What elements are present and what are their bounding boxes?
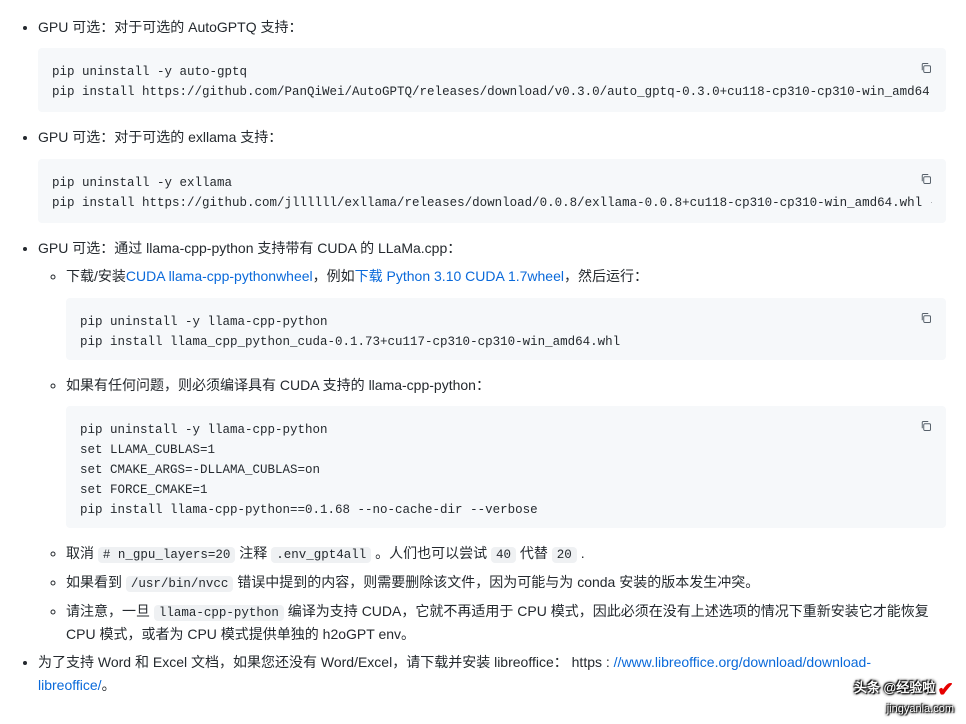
text-part: ，例如 [313, 268, 355, 284]
list-item: GPU 可选：通过 llama-cpp-python 支持带有 CUDA 的 L… [38, 237, 946, 646]
list-item: GPU 可选：对于可选的 exllama 支持： pip uninstall -… [38, 126, 946, 222]
list-item: 取消 # n_gpu_layers=20 注释 .env_gpt4all 。人们… [66, 542, 946, 565]
text-part: 如果看到 [66, 574, 126, 590]
copy-icon[interactable] [914, 56, 938, 80]
text-part: 为了支持 Word 和 Excel 文档，如果您还没有 Word/Excel，请… [38, 654, 614, 670]
code-content: pip uninstall -y llama-cpp-python set LL… [80, 420, 932, 520]
watermark-url: jingyanla.com [854, 702, 954, 716]
code-block: pip uninstall -y auto-gptq pip install h… [38, 48, 946, 112]
inline-code: llama-cpp-python [154, 605, 284, 621]
text-part: 。 [102, 677, 116, 693]
code-content: pip uninstall -y exllama pip install htt… [52, 173, 932, 213]
text-part: 下载/安装 [66, 268, 126, 284]
inline-code: # n_gpu_layers=20 [98, 547, 236, 563]
code-block: pip uninstall -y llama-cpp-python set LL… [66, 406, 946, 528]
text-part: 注释 [235, 545, 271, 561]
code-content: pip uninstall -y llama-cpp-python pip in… [80, 312, 932, 352]
list-item: 如果有任何问题，则必须编译具有 CUDA 支持的 llama-cpp-pytho… [66, 374, 946, 528]
item-text: GPU 可选：对于可选的 exllama 支持： [38, 129, 282, 145]
text-part: 取消 [66, 545, 98, 561]
code-scroll[interactable]: pip uninstall -y exllama pip install htt… [52, 173, 932, 215]
text-part: 。人们也可以尝试 [371, 545, 491, 561]
item-text: GPU 可选：对于可选的 AutoGPTQ 支持： [38, 19, 302, 35]
list-item: 如果看到 /usr/bin/nvcc 错误中提到的内容，则需要删除该文件，因为可… [66, 571, 946, 594]
nested-list: 下载/安装CUDA llama-cpp-pythonwheel，例如下载 Pyt… [38, 265, 946, 645]
bullet-list: GPU 可选：对于可选的 AutoGPTQ 支持： pip uninstall … [10, 16, 946, 696]
text-part: ，然后运行： [564, 268, 648, 284]
code-block: pip uninstall -y llama-cpp-python pip in… [66, 298, 946, 360]
copy-icon[interactable] [914, 167, 938, 191]
text-part: . [577, 545, 585, 561]
code-scroll[interactable]: pip uninstall -y auto-gptq pip install h… [52, 62, 932, 104]
list-item: 下载/安装CUDA llama-cpp-pythonwheel，例如下载 Pyt… [66, 265, 946, 359]
list-item: 请注意，一旦 llama-cpp-python 编译为支持 CUDA，它就不再适… [66, 600, 946, 645]
text-part: 错误中提到的内容，则需要删除该文件，因为可能与为 conda 安装的版本发生冲突… [233, 574, 759, 590]
link-python310-wheel[interactable]: 下载 Python 3.10 CUDA 1.7wheel [355, 268, 564, 284]
link-cuda-wheel[interactable]: CUDA llama-cpp-pythonwheel [126, 268, 313, 284]
list-item: GPU 可选：对于可选的 AutoGPTQ 支持： pip uninstall … [38, 16, 946, 112]
list-item: 为了支持 Word 和 Excel 文档，如果您还没有 Word/Excel，请… [38, 651, 946, 696]
inline-code: 40 [491, 547, 516, 563]
text-part: 代替 [516, 545, 552, 561]
inline-code: .env_gpt4all [271, 547, 371, 563]
inline-code: /usr/bin/nvcc [126, 576, 234, 592]
text-part: 请注意，一旦 [66, 603, 154, 619]
item-text: GPU 可选：通过 llama-cpp-python 支持带有 CUDA 的 L… [38, 240, 461, 256]
inline-code: 20 [552, 547, 577, 563]
item-text: 如果有任何问题，则必须编译具有 CUDA 支持的 llama-cpp-pytho… [66, 377, 490, 393]
copy-icon[interactable] [914, 414, 938, 438]
code-content: pip uninstall -y auto-gptq pip install h… [52, 62, 932, 102]
code-block: pip uninstall -y exllama pip install htt… [38, 159, 946, 223]
copy-icon[interactable] [914, 306, 938, 330]
